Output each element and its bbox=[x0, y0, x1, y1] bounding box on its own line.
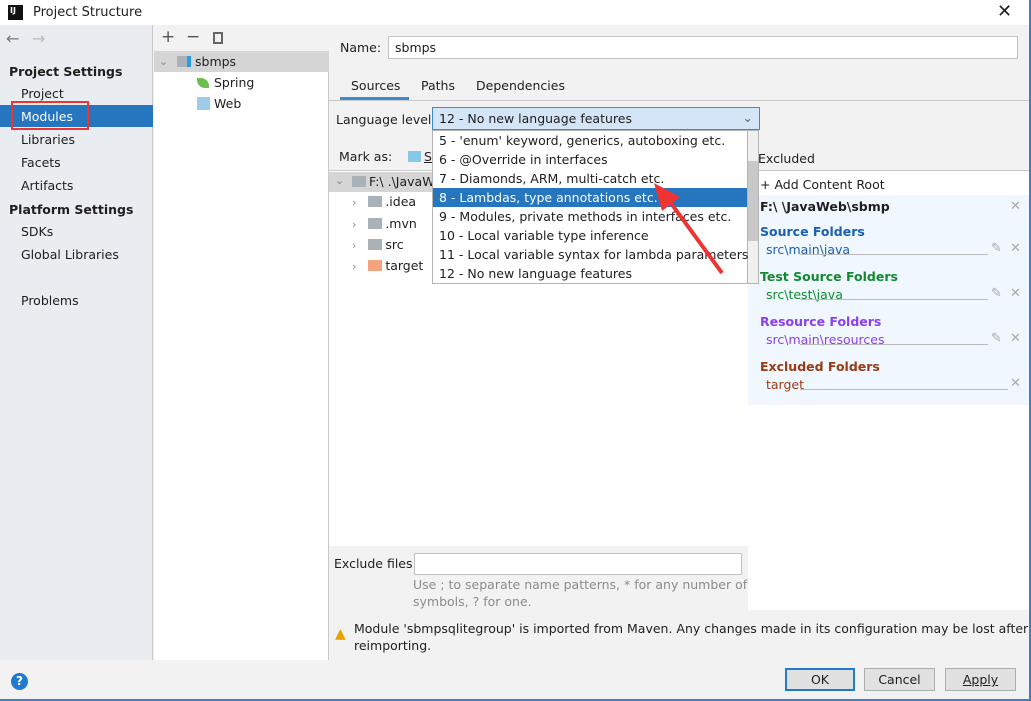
language-option[interactable]: 6 - @Override in interfaces bbox=[433, 150, 747, 169]
sidebar-item-problems[interactable]: Problems bbox=[21, 293, 79, 308]
facet-web[interactable]: Web bbox=[214, 96, 241, 111]
language-level-label: Language level: bbox=[336, 112, 436, 127]
tab-sources[interactable]: Sources bbox=[351, 78, 400, 93]
name-label: Name: bbox=[340, 40, 382, 55]
sidebar-item-libraries[interactable]: Libraries bbox=[21, 132, 75, 147]
close-icon[interactable]: ✕ bbox=[1010, 241, 1021, 256]
warning-text-line2: reimporting. bbox=[354, 638, 432, 653]
chevron-right-icon: › bbox=[352, 239, 357, 252]
add-content-root-label: Add Content Root bbox=[774, 177, 885, 192]
help-icon[interactable]: ? bbox=[11, 673, 28, 690]
forward-icon[interactable]: → bbox=[32, 29, 45, 48]
folder-group-title: Test Source Folders bbox=[760, 269, 898, 284]
copy-icon[interactable] bbox=[213, 32, 223, 44]
tree-item-label: .mvn bbox=[385, 216, 417, 231]
edit-icon[interactable]: ✎ bbox=[991, 331, 1002, 346]
warning-text-line1: Module 'sbmpsqlitegroup' is imported fro… bbox=[354, 621, 1029, 636]
tree-root-path: F:\ .\JavaW bbox=[369, 174, 435, 189]
divider bbox=[800, 389, 1008, 390]
facet-spring[interactable]: Spring bbox=[214, 75, 254, 90]
chevron-down-icon[interactable]: ⌄ bbox=[159, 55, 168, 68]
warning-icon: ▲ bbox=[335, 626, 346, 642]
mark-as-sources-button[interactable]: S bbox=[424, 149, 432, 164]
tree-item[interactable]: › src bbox=[352, 237, 404, 252]
language-level-value: 12 - No new language features bbox=[439, 111, 632, 126]
cancel-button[interactable]: Cancel bbox=[864, 668, 935, 691]
annotation-arrow bbox=[654, 183, 724, 275]
tree-item-label: src bbox=[385, 237, 404, 252]
folder-group-title: Resource Folders bbox=[760, 314, 882, 329]
chevron-down-icon: ⌄ bbox=[335, 174, 345, 187]
modules-panel bbox=[154, 25, 329, 660]
remove-icon[interactable]: − bbox=[186, 27, 200, 47]
close-icon[interactable]: ✕ bbox=[1010, 199, 1021, 214]
add-icon[interactable]: + bbox=[161, 27, 175, 47]
exclude-hint-line2: symbols, ? for one. bbox=[413, 594, 532, 609]
tree-item-label: target bbox=[385, 258, 424, 273]
folder-icon bbox=[368, 239, 383, 250]
back-icon[interactable]: ← bbox=[6, 29, 19, 48]
folder-group-title: Excluded Folders bbox=[760, 359, 880, 374]
divider bbox=[800, 299, 988, 300]
folder-icon bbox=[352, 176, 366, 187]
app-logo: IJ bbox=[8, 5, 23, 20]
edit-icon[interactable]: ✎ bbox=[991, 241, 1002, 256]
excluded-folder-icon bbox=[368, 260, 383, 271]
mark-as-excluded-button[interactable]: Excluded bbox=[758, 151, 815, 166]
folder-group-title: Source Folders bbox=[760, 224, 865, 239]
chevron-right-icon: › bbox=[352, 260, 357, 273]
exclude-files-label: Exclude files: bbox=[334, 556, 417, 571]
window-title: Project Structure bbox=[33, 5, 143, 20]
apply-button[interactable]: Apply bbox=[945, 668, 1016, 691]
divider bbox=[800, 254, 988, 255]
close-icon[interactable]: ✕ bbox=[1010, 286, 1021, 301]
platform-settings-header: Platform Settings bbox=[9, 202, 134, 217]
highlight-box bbox=[11, 101, 89, 130]
sidebar-item-global-libraries[interactable]: Global Libraries bbox=[21, 247, 119, 262]
language-option[interactable]: 5 - 'enum' keyword, generics, autoboxing… bbox=[433, 131, 747, 150]
mark-as-label: Mark as: bbox=[339, 149, 393, 164]
name-input[interactable]: sbmps bbox=[388, 36, 1018, 59]
ok-button[interactable]: OK bbox=[785, 668, 855, 691]
chevron-right-icon: › bbox=[352, 196, 357, 209]
close-icon[interactable]: ✕ bbox=[1010, 376, 1021, 391]
sidebar-item-project[interactable]: Project bbox=[21, 86, 64, 101]
sidebar-item-facets[interactable]: Facets bbox=[21, 155, 61, 170]
project-settings-header: Project Settings bbox=[9, 64, 123, 79]
sidebar-item-artifacts[interactable]: Artifacts bbox=[21, 178, 73, 193]
folder-path: target bbox=[766, 377, 805, 392]
title-bar: IJ Project Structure ✕ bbox=[0, 0, 1031, 25]
tab-paths[interactable]: Paths bbox=[421, 78, 455, 93]
add-content-root-button[interactable]: + Add Content Root bbox=[760, 177, 885, 192]
tree-item[interactable]: › .mvn bbox=[352, 216, 417, 231]
source-folder-icon bbox=[408, 151, 421, 162]
close-icon[interactable]: ✕ bbox=[997, 1, 1012, 22]
tab-divider bbox=[329, 100, 1031, 101]
tree-item-label: .idea bbox=[385, 194, 417, 209]
language-level-combo[interactable]: 12 - No new language features ⌄ bbox=[432, 107, 760, 130]
exclude-files-input[interactable] bbox=[414, 553, 742, 575]
folder-icon bbox=[368, 218, 383, 229]
module-name: sbmps bbox=[195, 54, 237, 69]
tab-dependencies[interactable]: Dependencies bbox=[476, 78, 565, 93]
folder-icon bbox=[368, 196, 383, 207]
edit-icon[interactable]: ✎ bbox=[991, 286, 1002, 301]
divider bbox=[800, 344, 988, 345]
content-root-path: F:\ \JavaWeb\sbmp bbox=[760, 199, 890, 214]
dropdown-scrollbar[interactable] bbox=[748, 130, 759, 284]
modules-toolbar bbox=[154, 25, 329, 51]
web-icon bbox=[197, 97, 210, 110]
close-icon[interactable]: ✕ bbox=[1010, 331, 1021, 346]
chevron-down-icon: ⌄ bbox=[742, 110, 753, 125]
chevron-right-icon: › bbox=[352, 218, 357, 231]
exclude-hint-line1: Use ; to separate name patterns, * for a… bbox=[413, 577, 748, 592]
module-folder-icon bbox=[177, 56, 191, 67]
tree-item[interactable]: › .idea bbox=[352, 194, 416, 209]
tree-item[interactable]: › target bbox=[352, 258, 423, 273]
sidebar-item-sdks[interactable]: SDKs bbox=[21, 224, 53, 239]
